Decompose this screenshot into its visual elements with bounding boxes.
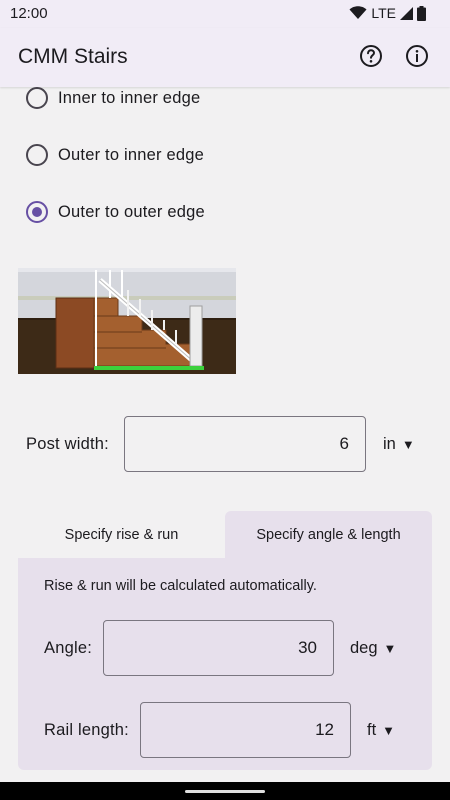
app-bar: CMM Stairs [0,28,450,87]
panel-note: Rise & run will be calculated automatica… [44,578,317,594]
dropdown-arrow-icon: ▼ [401,437,415,452]
angle-input[interactable]: 30 [103,620,334,676]
radio-button[interactable] [26,144,48,166]
status-time: 12:00 [10,5,48,22]
tab-label: Specify angle & length [256,526,401,543]
rail-length-input[interactable]: 12 [140,702,351,758]
help-button[interactable] [357,42,385,70]
status-icons: LTE [349,5,426,21]
angle-unit-dropdown[interactable]: deg ▼ [350,639,396,658]
dropdown-arrow-icon: ▼ [383,641,397,656]
radio-outer-to-inner[interactable]: Outer to inner edge [26,141,204,169]
post-width-label: Post width: [26,435,109,453]
post-width-input[interactable]: 6 [124,416,366,472]
status-bar: 12:00 LTE [0,0,450,28]
angle-label: Angle: [44,639,92,657]
dropdown-arrow-icon: ▼ [382,723,396,738]
system-navigation-bar [0,782,450,800]
unit-value: deg [350,639,378,657]
info-circle-icon [406,45,428,67]
network-type: LTE [371,5,396,21]
radio-outer-to-outer[interactable]: Outer to outer edge [26,198,205,226]
radio-inner-to-inner[interactable]: Inner to inner edge [26,84,200,112]
signal-icon [400,6,413,20]
post-width-value: 6 [339,434,349,453]
unit-value: ft [367,721,377,739]
help-circle-icon [360,45,382,67]
wifi-icon [349,6,367,19]
tab-specify-angle-length[interactable]: Specify angle & length [225,511,432,558]
rail-length-label: Rail length: [44,721,129,739]
app-title: CMM Stairs [18,45,128,68]
info-button[interactable] [403,42,431,70]
angle-value: 30 [298,638,317,657]
battery-icon [417,5,426,21]
unit-value: in [383,435,396,453]
radio-button-selected[interactable] [26,201,48,223]
tab-label: Specify rise & run [64,526,179,543]
gesture-handle[interactable] [185,790,265,793]
rail-length-value: 12 [315,720,334,739]
tab-specify-rise-run[interactable]: Specify rise & run [18,511,225,558]
rail-length-unit-dropdown[interactable]: ft ▼ [367,721,395,740]
radio-label: Outer to outer edge [58,202,205,221]
radio-label: Outer to inner edge [58,145,204,164]
radio-label: Inner to inner edge [58,88,201,107]
stair-illustration [18,268,236,374]
post-width-unit-dropdown[interactable]: in ▼ [383,435,415,454]
radio-button[interactable] [26,87,48,109]
